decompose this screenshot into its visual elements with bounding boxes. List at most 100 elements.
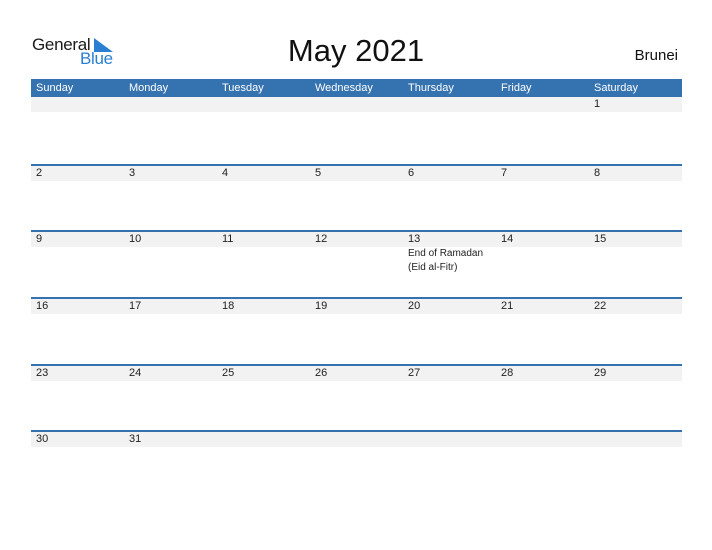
week-cells: 9 10 11 12 13 End of Ramadan (Eid al-Fitr) 14 15 [31, 232, 682, 274]
week-cells: 2 3 4 5 6 7 8 [31, 166, 682, 181]
day-number: 16 [36, 300, 49, 313]
week-row: 30 31 [31, 430, 682, 497]
holiday-event: (Eid al-Fitr) [408, 261, 458, 273]
day-cell: 17 [124, 299, 217, 314]
day-number [222, 432, 310, 447]
day-number: 17 [129, 300, 142, 313]
day-cell: 13 End of Ramadan (Eid al-Fitr) [403, 232, 496, 274]
day-number [129, 97, 217, 112]
day-number: 25 [222, 366, 235, 379]
week-row: 2 3 4 5 6 7 8 [31, 163, 682, 231]
week-cells: 16 17 18 19 20 21 22 [31, 299, 682, 314]
day-cell: 15 [589, 232, 682, 274]
day-cell: 28 [496, 366, 589, 381]
day-cell: 23 [31, 366, 124, 381]
day-number [408, 432, 496, 447]
day-cell: 9 [31, 232, 124, 274]
day-cell: 26 [310, 366, 403, 381]
week-cells: 1 [31, 97, 682, 112]
day-cell: 22 [589, 299, 682, 314]
day-cell: 1 [589, 97, 682, 112]
week-row: 1 [31, 97, 682, 164]
day-cell [124, 97, 217, 112]
day-number: 6 [408, 166, 415, 179]
weekday-sunday: Sunday [36, 82, 74, 94]
day-number: 10 [129, 233, 142, 246]
day-cell [403, 432, 496, 447]
day-cell: 14 [496, 232, 589, 274]
day-cell: 6 [403, 166, 496, 181]
weekday-wednesday: Wednesday [315, 82, 373, 94]
day-number: 28 [501, 366, 514, 379]
week-row: 23 24 25 26 27 28 29 [31, 363, 682, 431]
day-number: 2 [36, 166, 43, 179]
day-cell: 3 [124, 166, 217, 181]
calendar-title: May 2021 [287, 33, 425, 68]
weekday-header: Sunday Monday Tuesday Wednesday Thursday… [31, 79, 682, 97]
day-number [222, 97, 310, 112]
day-number: 29 [594, 366, 607, 379]
day-cell: 11 [217, 232, 310, 274]
day-cell: 31 [124, 432, 217, 447]
week-cells: 30 31 [31, 432, 682, 447]
week-cells: 23 24 25 26 27 28 29 [31, 366, 682, 381]
weeks-container: 1 2 3 4 5 6 7 8 9 10 11 12 13 End of Ramadan (Eid al-F… [31, 97, 682, 497]
day-cell [310, 97, 403, 112]
day-cell [217, 432, 310, 447]
day-cell [403, 97, 496, 112]
week-row: 9 10 11 12 13 End of Ramadan (Eid al-Fitr) 14 15 [31, 230, 682, 297]
day-number: 4 [222, 166, 229, 179]
day-cell: 24 [124, 366, 217, 381]
day-cell: 29 [589, 366, 682, 381]
day-cell [496, 97, 589, 112]
day-number: 19 [315, 300, 328, 313]
day-number [36, 97, 124, 112]
day-number: 11 [222, 233, 234, 246]
day-cell [589, 432, 682, 447]
day-cell: 30 [31, 432, 124, 447]
day-number [408, 97, 496, 112]
day-number: 12 [315, 233, 328, 246]
day-cell: 27 [403, 366, 496, 381]
day-cell: 12 [310, 232, 403, 274]
day-number: 26 [315, 366, 328, 379]
day-number: 15 [594, 233, 607, 246]
day-number: 7 [501, 166, 508, 179]
day-number: 9 [36, 233, 43, 246]
weekday-tuesday: Tuesday [222, 82, 264, 94]
weekday-thursday: Thursday [408, 82, 454, 94]
day-number [315, 432, 403, 447]
day-cell: 18 [217, 299, 310, 314]
day-cell [496, 432, 589, 447]
day-cell: 16 [31, 299, 124, 314]
day-number: 18 [222, 300, 235, 313]
day-cell: 8 [589, 166, 682, 181]
day-cell [310, 432, 403, 447]
day-number: 8 [594, 166, 601, 179]
weekday-friday: Friday [501, 82, 532, 94]
day-number: 1 [594, 98, 601, 110]
country-label: Brunei [634, 47, 678, 64]
day-number: 22 [594, 300, 607, 313]
day-cell: 4 [217, 166, 310, 181]
day-number [501, 97, 589, 112]
day-number: 24 [129, 366, 142, 379]
day-cell: 5 [310, 166, 403, 181]
day-cell: 19 [310, 299, 403, 314]
day-cell: 7 [496, 166, 589, 181]
day-number: 3 [129, 166, 136, 179]
day-number: 20 [408, 300, 421, 313]
day-number: 31 [129, 433, 142, 446]
day-number [594, 432, 682, 447]
day-number: 14 [501, 233, 514, 246]
day-cell: 21 [496, 299, 589, 314]
day-cell: 2 [31, 166, 124, 181]
day-cell: 10 [124, 232, 217, 274]
day-number: 5 [315, 166, 322, 179]
day-number: 27 [408, 366, 421, 379]
day-number [501, 432, 589, 447]
day-number: 30 [36, 433, 49, 446]
weekday-monday: Monday [129, 82, 169, 94]
calendar-grid: Sunday Monday Tuesday Wednesday Thursday… [31, 79, 682, 497]
day-cell: 25 [217, 366, 310, 381]
